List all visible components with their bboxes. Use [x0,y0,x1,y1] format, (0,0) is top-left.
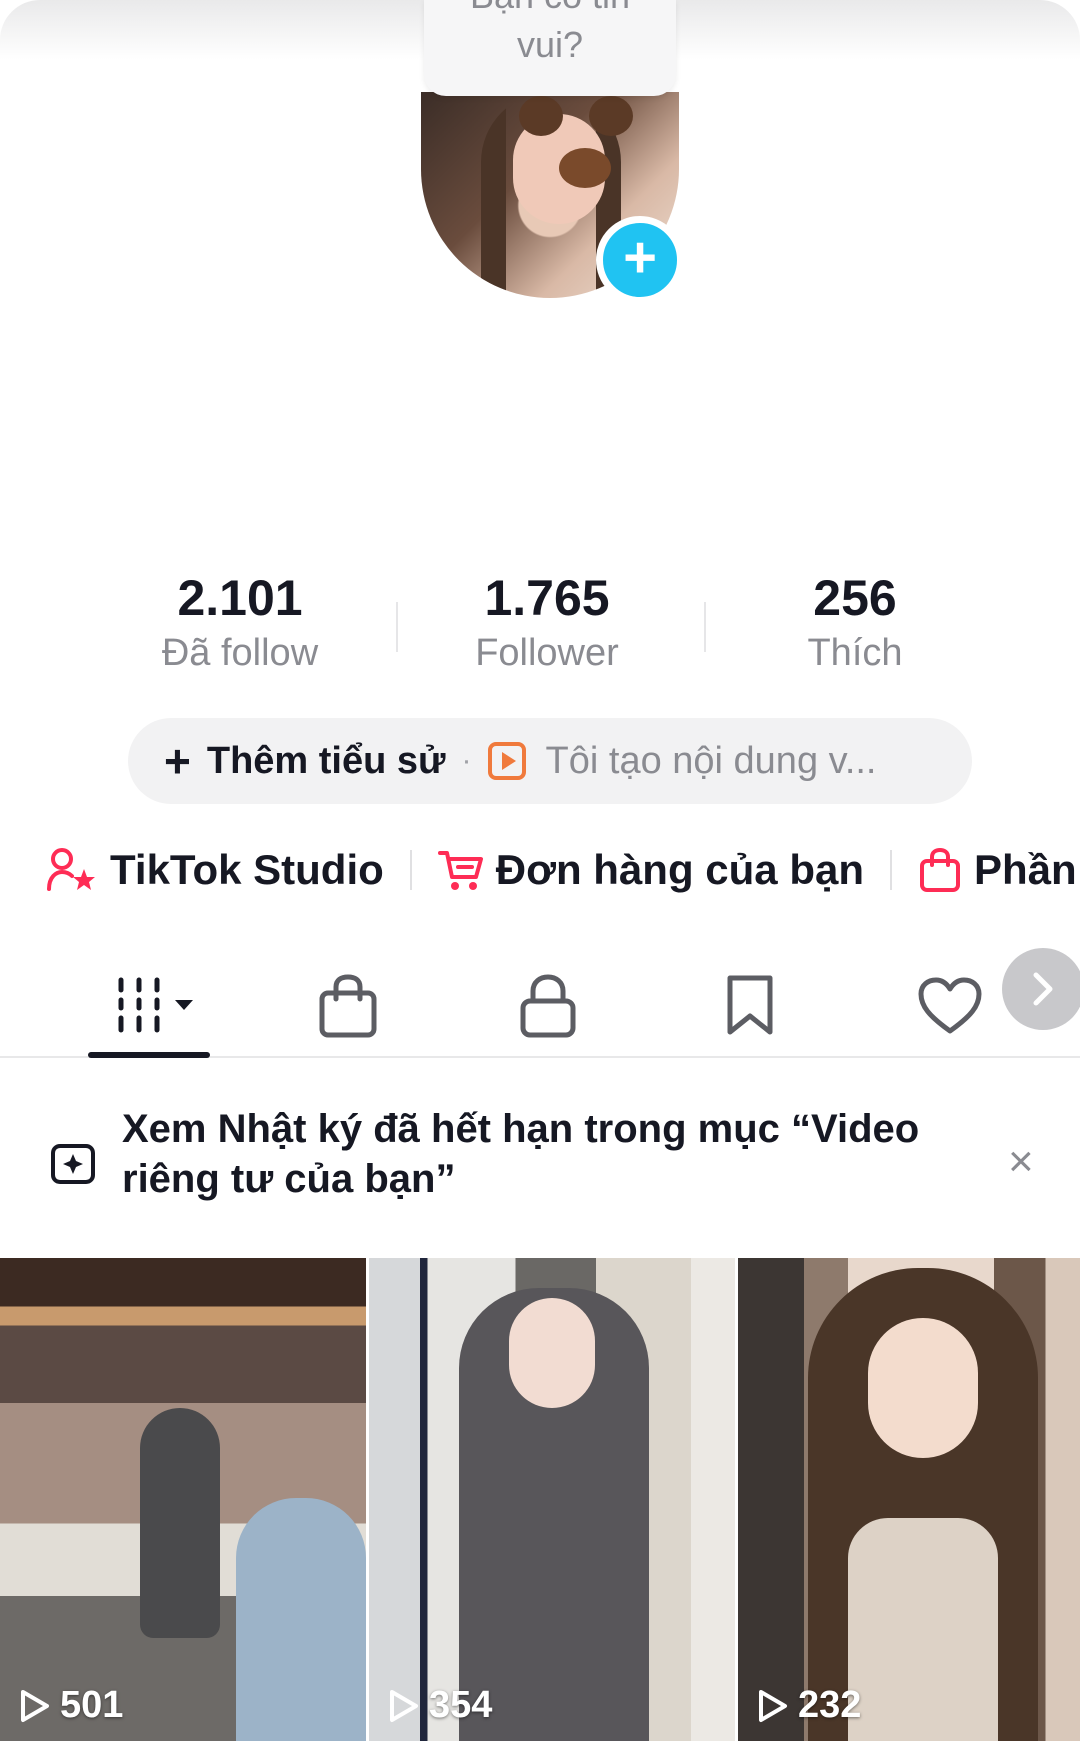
view-count: 354 [387,1684,492,1727]
chevron-right-icon [1033,972,1053,1006]
view-count-value: 354 [429,1684,493,1726]
profile-links: TikTok Studio Đơn hàng của bạn Phần [46,838,1080,902]
cart-icon [437,851,483,890]
view-count-value: 501 [60,1684,124,1726]
stat-followers[interactable]: 1.765 Follower [417,566,677,676]
divider [890,850,892,890]
profile-tabs [0,950,1080,1058]
sparkle-story-icon [51,1144,95,1184]
bio-bar[interactable]: + Thêm tiểu sử · Tôi tạo nội dung v... [128,718,972,804]
tooltip-text: vui? [516,24,584,65]
play-icon [759,1689,787,1722]
shopping-bag-icon [319,974,377,1038]
heart-icon [918,977,982,1034]
video-play-icon [487,742,526,780]
divider [396,602,398,652]
bag-icon [920,847,960,892]
expired-stories-notice[interactable]: Xem Nhật ký đã hết hạn trong mục “Video … [0,1066,1080,1252]
link-label: Phần [974,846,1077,893]
stat-following[interactable]: 2.101 Đã follow [110,566,370,676]
video-thumbnail[interactable]: 501 [0,1258,366,1741]
stat-label: Đã follow [161,632,319,674]
video-grid: 501 354 232 [0,1258,1080,1741]
stat-value: 1.765 [484,570,610,626]
plus-icon: + [623,225,657,290]
tiktok-studio-link[interactable]: TikTok Studio [46,846,384,894]
tab-videos[interactable] [110,966,206,1046]
video-thumbnail[interactable]: 354 [369,1258,735,1741]
profile-stats: 2.101 Đã follow 1.765 Follower 256 Thích [110,566,970,676]
tooltip-partial-text: Bạn có tin [424,0,676,14]
tab-shop[interactable] [308,966,388,1046]
bookmark-icon [727,975,773,1035]
view-count: 232 [756,1684,861,1727]
add-bio-label: Thêm tiểu sử [206,739,446,782]
divider [409,850,412,890]
play-icon [21,1689,49,1722]
divider [704,602,706,652]
scroll-tabs-button[interactable] [1002,948,1080,1030]
tab-saved[interactable] [710,966,790,1046]
bio-description: Tôi tạo nội dung v... [545,739,877,782]
play-icon [390,1689,418,1722]
add-story-button[interactable]: + [596,216,684,304]
status-tooltip[interactable]: Bạn có tin vui? [424,0,676,96]
videos-grid-icon [118,977,193,1033]
user-star-icon [47,848,95,891]
tab-private[interactable] [508,966,588,1046]
bio-separator: · [461,744,472,777]
active-tab-indicator [88,1052,210,1058]
plus-icon: + [164,735,191,787]
stat-label: Thích [807,632,903,674]
products-link[interactable]: Phần [918,846,1077,894]
profile-page: Bạn có tin vui? + 2.101 Đã follow 1.765 … [0,0,1080,1741]
notice-text: Xem Nhật ký đã hết hạn trong mục “Video … [122,1107,920,1201]
tab-liked[interactable] [910,966,990,1046]
stat-likes[interactable]: 256 Thích [725,566,985,676]
link-label: TikTok Studio [110,846,384,893]
link-label: Đơn hàng của bạn [495,846,864,893]
orders-link[interactable]: Đơn hàng của bạn [437,846,864,894]
view-count-value: 232 [798,1684,862,1726]
stat-value: 2.101 [177,570,303,626]
stat-value: 256 [813,570,897,626]
video-thumbnail[interactable]: 232 [738,1258,1080,1741]
close-icon[interactable]: × [1008,1140,1034,1184]
stat-label: Follower [475,632,619,674]
lock-icon [520,974,576,1038]
view-count: 501 [18,1684,123,1727]
